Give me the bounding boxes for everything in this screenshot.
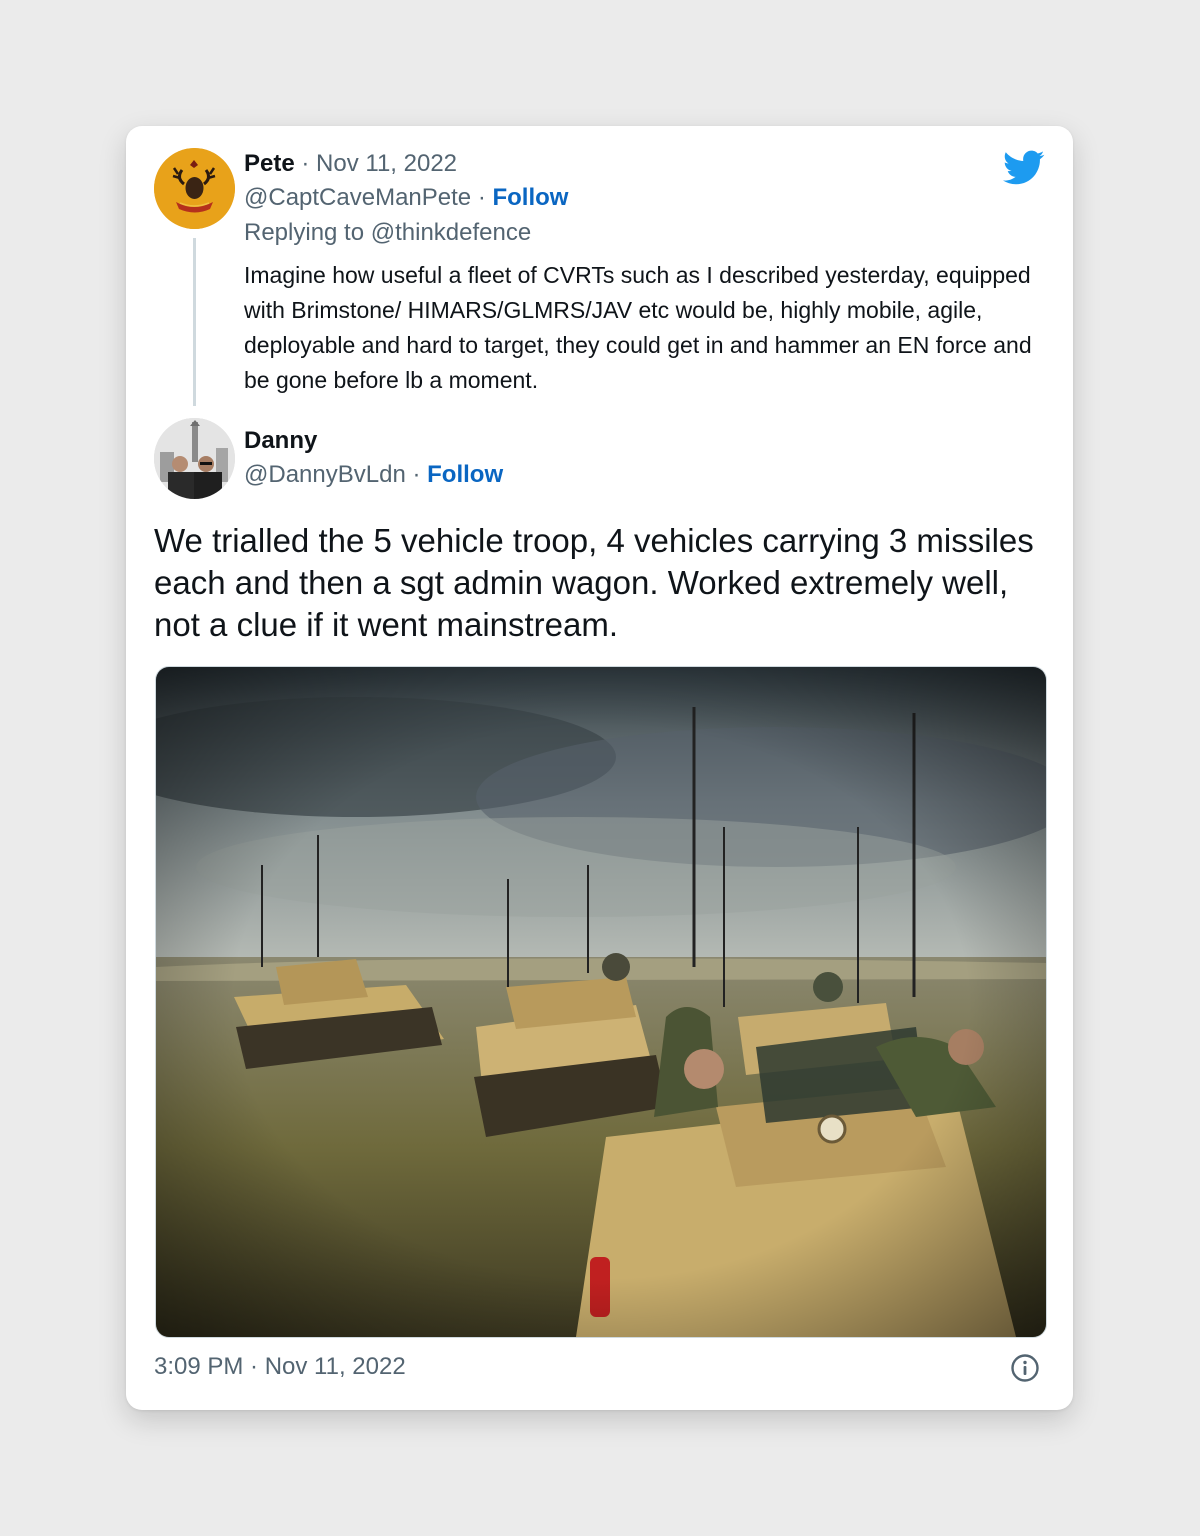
danny-avatar[interactable] — [154, 418, 235, 499]
replying-to-label[interactable]: Replying to @thinkdefence — [244, 219, 531, 247]
parent-tweet-header: Pete · Nov 11, 2022 — [244, 150, 457, 178]
separator-dot: · — [294, 150, 317, 177]
follow-pete-button[interactable]: Follow — [492, 184, 568, 211]
main-author-row: Danny — [244, 427, 317, 455]
separator-dot: · — [405, 461, 428, 488]
tweet-photo[interactable] — [155, 666, 1047, 1338]
pete-avatar[interactable] — [154, 148, 235, 229]
tweet-card: Pete · Nov 11, 2022 @CaptCaveManPete · F… — [126, 126, 1073, 1410]
parent-tweet-text: Imagine how useful a fleet of CVRTs such… — [244, 262, 1032, 393]
parent-handle-row: @CaptCaveManPete · Follow — [244, 184, 568, 212]
main-author-name[interactable]: Danny — [244, 427, 317, 454]
follow-danny-button[interactable]: Follow — [427, 461, 503, 488]
parent-author-handle[interactable]: @CaptCaveManPete — [244, 184, 471, 211]
main-tweet-text: We trialled the 5 vehicle troop, 4 vehic… — [154, 522, 1034, 643]
twitter-bird-icon[interactable] — [1003, 150, 1045, 186]
parent-author-name[interactable]: Pete — [244, 150, 295, 177]
info-icon[interactable] — [1010, 1353, 1040, 1383]
separator-dot: · — [471, 184, 493, 211]
tweet-timestamp[interactable]: 3:09 PM · Nov 11, 2022 — [154, 1353, 406, 1381]
main-author-handle[interactable]: @DannyBvLdn — [244, 461, 406, 488]
main-handle-row: @DannyBvLdn · Follow — [244, 461, 503, 489]
parent-tweet-date[interactable]: Nov 11, 2022 — [316, 150, 457, 177]
thread-connector-line — [193, 238, 196, 406]
